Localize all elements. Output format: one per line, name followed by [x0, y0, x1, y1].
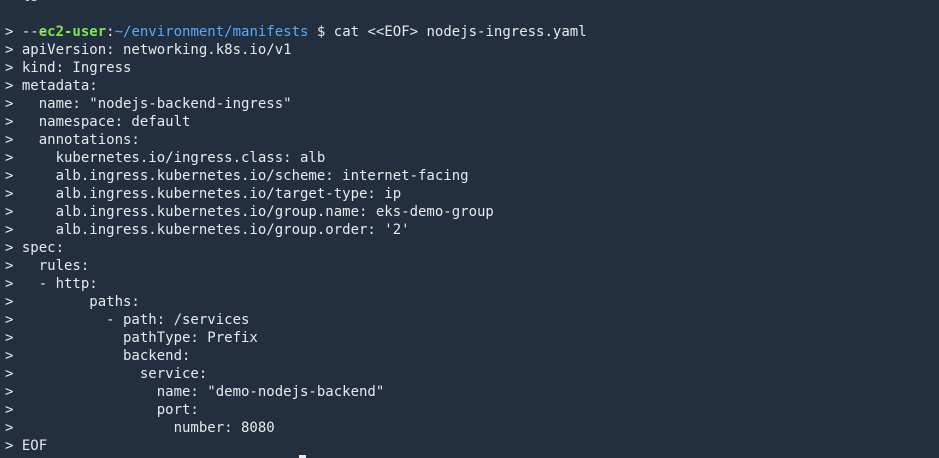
terminal-line: > - http:	[5, 276, 98, 292]
terminal-line: > namespace: default	[5, 114, 191, 130]
terminal-line: > paths:	[5, 294, 140, 310]
terminal-line: > number: 8080	[5, 420, 275, 436]
terminal-line: > EOF	[5, 438, 48, 454]
terminal-line: > service:	[5, 366, 208, 382]
terminal-line: > ---	[5, 24, 48, 40]
terminal-line: > kind: Ingress	[5, 60, 132, 76]
prompt-separator: :	[106, 24, 115, 40]
terminal-line: > annotations:	[5, 132, 140, 148]
terminal-line: > rules:	[5, 258, 90, 274]
prompt-symbol: $	[308, 24, 334, 40]
prompt-user-host: ec2-user	[38, 24, 107, 40]
terminal-line: > - path: /services	[5, 312, 250, 328]
terminal-line: > spec:	[5, 240, 65, 256]
terminal-line: > alb.ingress.kubernetes.io/target-type:…	[5, 186, 402, 202]
prompt-path: ~/environment/manifests	[114, 24, 309, 40]
terminal-line: > alb.ingress.kubernetes.io/group.order:…	[5, 222, 410, 238]
terminal-window[interactable]: ls ec2-user:~/environment/manifests $ ca…	[0, 0, 939, 458]
prompt-command: cat <<EOF> nodejs-ingress.yaml	[333, 24, 587, 40]
terminal-line: > alb.ingress.kubernetes.io/scheme: inte…	[5, 168, 469, 184]
shell-prompt-line: ec2-user:~/environment/manifests $ cat <…	[5, 5, 587, 40]
terminal-line: > kubernetes.io/ingress.class: alb	[5, 150, 326, 166]
terminal-line: > backend:	[5, 348, 191, 364]
terminal-line: > name: "nodejs-backend-ingress"	[5, 96, 292, 112]
terminal-line: > apiVersion: networking.k8s.io/v1	[5, 42, 292, 58]
terminal-line: > pathType: Prefix	[5, 330, 258, 346]
terminal-line: > name: "demo-nodejs-backend"	[5, 384, 385, 400]
terminal-line: > metadata:	[5, 78, 98, 94]
terminal-line: > alb.ingress.kubernetes.io/group.name: …	[5, 204, 494, 220]
terminal-line: > port:	[5, 402, 199, 418]
